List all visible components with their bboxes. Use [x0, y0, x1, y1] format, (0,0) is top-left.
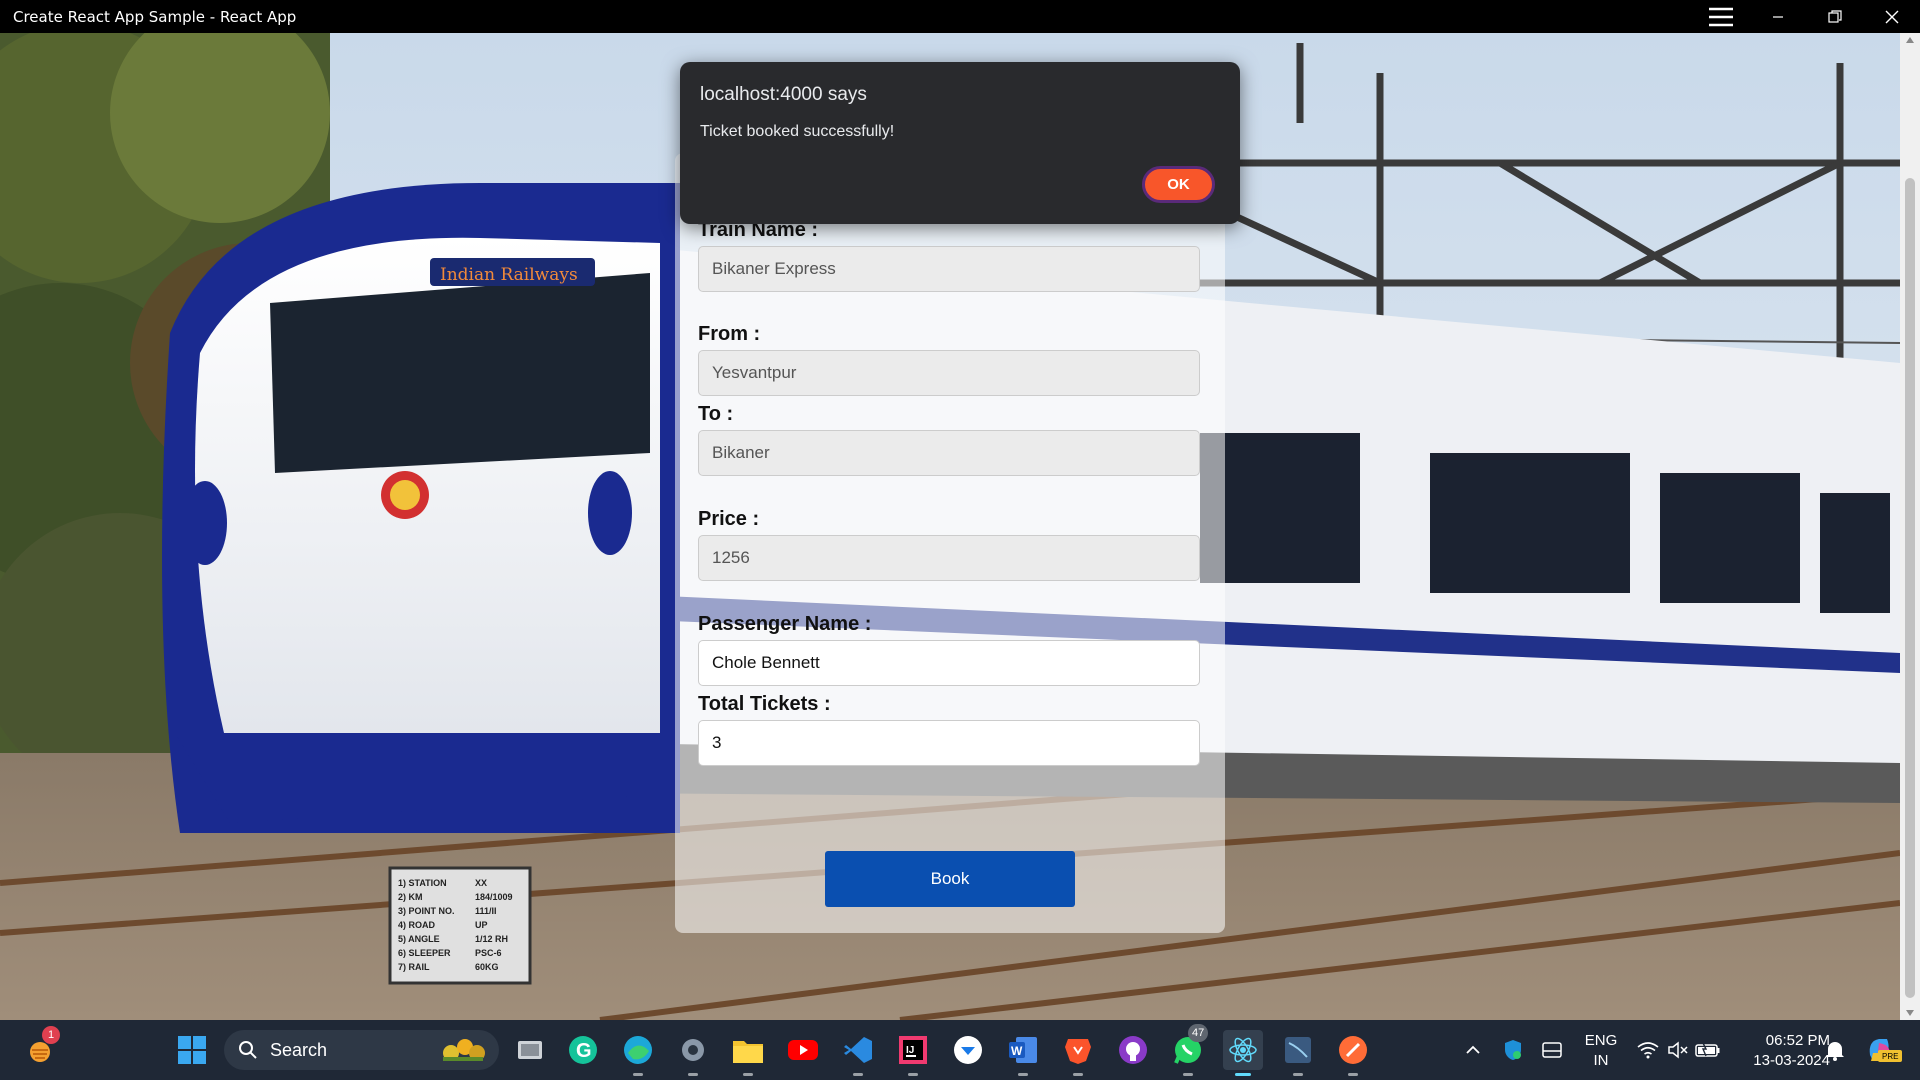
dialog-message: Ticket booked successfully!	[700, 123, 895, 140]
react-icon[interactable]	[1223, 1030, 1263, 1076]
svg-text:G: G	[576, 1040, 592, 1062]
restore-button[interactable]	[1806, 0, 1863, 33]
booking-form: Train Name : Bikaner Express From : Yesv…	[675, 153, 1225, 933]
active-indicator	[1235, 1073, 1251, 1076]
battery-charging-icon[interactable]	[1688, 1030, 1728, 1070]
from-input[interactable]: Yesvantpur	[698, 350, 1200, 396]
running-indicator	[1018, 1073, 1028, 1076]
edge-browser-icon[interactable]	[618, 1030, 658, 1076]
copilot-preview-icon[interactable]: PRE	[1860, 1030, 1903, 1070]
taskbar: 1 Search G IJ W 47 ENG IN 06:52 PM 13-03…	[0, 1020, 1920, 1080]
train-name-input[interactable]: Bikaner Express	[698, 246, 1200, 292]
alert-dialog: localhost:4000 says Ticket booked succes…	[680, 62, 1240, 224]
sign-line: 3) POINT NO.	[398, 906, 455, 916]
running-indicator	[743, 1073, 753, 1076]
passenger-name-input[interactable]: Chole Bennett	[698, 640, 1200, 686]
running-indicator	[853, 1073, 863, 1076]
taskbar-search[interactable]: Search	[224, 1030, 499, 1070]
from-label: From :	[698, 323, 761, 345]
show-hidden-icons-chevron-icon[interactable]	[1453, 1030, 1493, 1070]
svg-text:IJ: IJ	[906, 1045, 914, 1056]
svg-text:W: W	[1011, 1044, 1023, 1058]
weather-badge: 1	[42, 1026, 60, 1044]
search-highlight-icon	[443, 1039, 485, 1061]
to-label: To :	[698, 403, 734, 425]
language-indicator[interactable]: ENG IN	[1578, 1031, 1624, 1071]
total-tickets-input[interactable]: 3	[698, 720, 1200, 766]
search-label: Search	[270, 1039, 328, 1060]
sign-line: 2) KM	[398, 892, 423, 902]
dialog-title: localhost:4000 says	[700, 84, 867, 105]
train-logo-text: Indian Railways	[440, 265, 578, 285]
settings-gear-icon[interactable]	[673, 1030, 713, 1076]
word-icon[interactable]: W	[1003, 1030, 1043, 1076]
grammarly-icon[interactable]: G	[563, 1030, 603, 1070]
total-tickets-label: Total Tickets :	[698, 693, 831, 715]
close-button[interactable]	[1863, 0, 1920, 33]
price-input[interactable]: 1256	[698, 535, 1200, 581]
language-code: ENG	[1584, 1032, 1618, 1049]
vscode-icon[interactable]	[838, 1030, 878, 1076]
sign-line: 7) RAIL	[398, 962, 430, 972]
sign-value: PSC-6	[475, 948, 502, 958]
minimize-button[interactable]	[1749, 0, 1806, 33]
region-code: IN	[1593, 1052, 1609, 1069]
whatsapp-icon[interactable]: 47	[1168, 1024, 1209, 1076]
sign-line: 6) SLEEPER	[398, 948, 451, 958]
sign-value: UP	[475, 920, 488, 930]
preview-badge: PRE	[1878, 1050, 1903, 1062]
window-titlebar: Create React App Sample - React App	[0, 0, 1920, 33]
page-content: Indian Railways 1) STATION 2) KM 3) POIN…	[0, 33, 1900, 1020]
database-tool-icon[interactable]	[1278, 1030, 1318, 1076]
sign-line: 5) ANGLE	[398, 934, 440, 944]
running-indicator	[1293, 1073, 1303, 1076]
sign-value: XX	[475, 878, 487, 888]
postman-icon[interactable]	[1333, 1030, 1373, 1076]
to-input[interactable]: Bikaner	[698, 430, 1200, 476]
file-explorer-icon[interactable]	[728, 1030, 768, 1076]
page-scrollbar[interactable]	[1900, 33, 1920, 1020]
running-indicator	[633, 1073, 643, 1076]
windows-start-icon[interactable]	[172, 1030, 212, 1070]
hamburger-menu-icon[interactable]	[1692, 0, 1749, 33]
weather-widget-icon[interactable]: 1	[20, 1026, 60, 1070]
passenger-name-label: Passenger Name :	[698, 613, 872, 635]
running-indicator	[1183, 1073, 1193, 1076]
youtube-icon[interactable]	[783, 1030, 823, 1070]
window-title: Create React App Sample - React App	[13, 7, 297, 26]
sign-line: 1) STATION	[398, 878, 447, 888]
task-view-icon[interactable]	[510, 1030, 550, 1070]
running-indicator	[688, 1073, 698, 1076]
search-icon	[239, 1041, 257, 1059]
chat-app-icon[interactable]	[948, 1030, 988, 1070]
price-label: Price :	[698, 508, 760, 530]
github-icon[interactable]	[1113, 1030, 1153, 1070]
ok-button[interactable]: OK	[1142, 166, 1215, 203]
sign-line: 4) ROAD	[398, 920, 436, 930]
scroll-down-icon[interactable]	[1906, 1010, 1914, 1016]
book-button[interactable]: Book	[825, 851, 1075, 907]
notification-bell-icon[interactable]	[1815, 1030, 1855, 1070]
running-indicator	[1348, 1073, 1358, 1076]
sign-value: 111/II	[475, 906, 497, 916]
brave-browser-icon[interactable]	[1058, 1030, 1098, 1076]
security-shield-icon[interactable]	[1493, 1030, 1533, 1070]
sign-value: 1/12 RH	[475, 934, 508, 944]
sign-value: 184/1009	[475, 892, 513, 902]
running-indicator	[1073, 1073, 1083, 1076]
scrollbar-thumb[interactable]	[1905, 178, 1915, 998]
scroll-up-icon[interactable]	[1906, 37, 1914, 43]
intellij-icon[interactable]: IJ	[893, 1030, 933, 1076]
sign-value: 60KG	[475, 962, 499, 972]
display-icon[interactable]	[1532, 1030, 1572, 1070]
whatsapp-badge: 47	[1188, 1024, 1209, 1042]
running-indicator	[908, 1073, 918, 1076]
